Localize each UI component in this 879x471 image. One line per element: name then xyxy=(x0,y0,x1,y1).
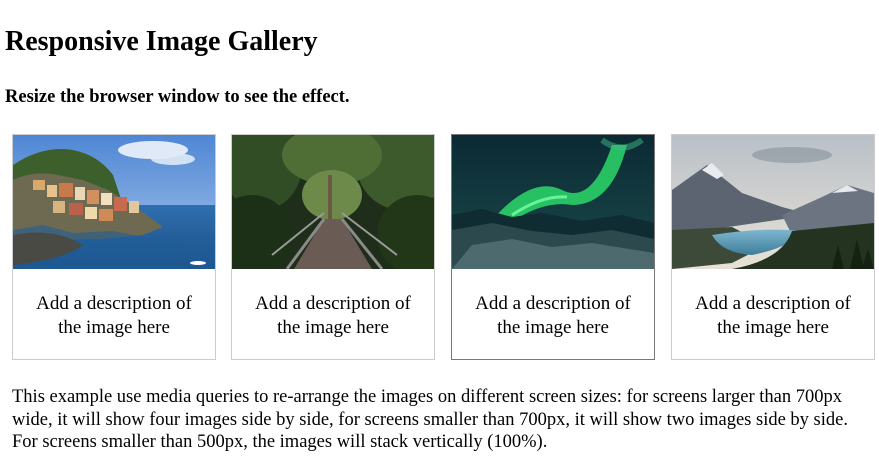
mountains-lake-image[interactable] xyxy=(672,135,874,269)
gallery-item-forest[interactable]: Add a description of the image here xyxy=(231,134,435,360)
gallery-item-cinque-terre[interactable]: Add a description of the image here xyxy=(12,134,216,360)
cinque-terre-image[interactable] xyxy=(13,135,215,269)
page-title: Responsive Image Gallery xyxy=(5,26,318,57)
gallery-item-northern-lights[interactable]: Add a description of the image here xyxy=(451,134,655,360)
page-subtitle: Resize the browser window to see the eff… xyxy=(5,87,350,107)
forest-bridge-image[interactable] xyxy=(232,135,434,269)
image-description: Add a description of the image here xyxy=(255,293,411,338)
northern-lights-image[interactable] xyxy=(452,135,654,269)
footer-text: This example use media queries to re-arr… xyxy=(12,387,848,452)
image-description: Add a description of the image here xyxy=(695,293,851,338)
image-description: Add a description of the image here xyxy=(475,293,631,338)
gallery-item-mountains[interactable]: Add a description of the image here xyxy=(671,134,875,360)
image-description: Add a description of the image here xyxy=(36,293,192,338)
